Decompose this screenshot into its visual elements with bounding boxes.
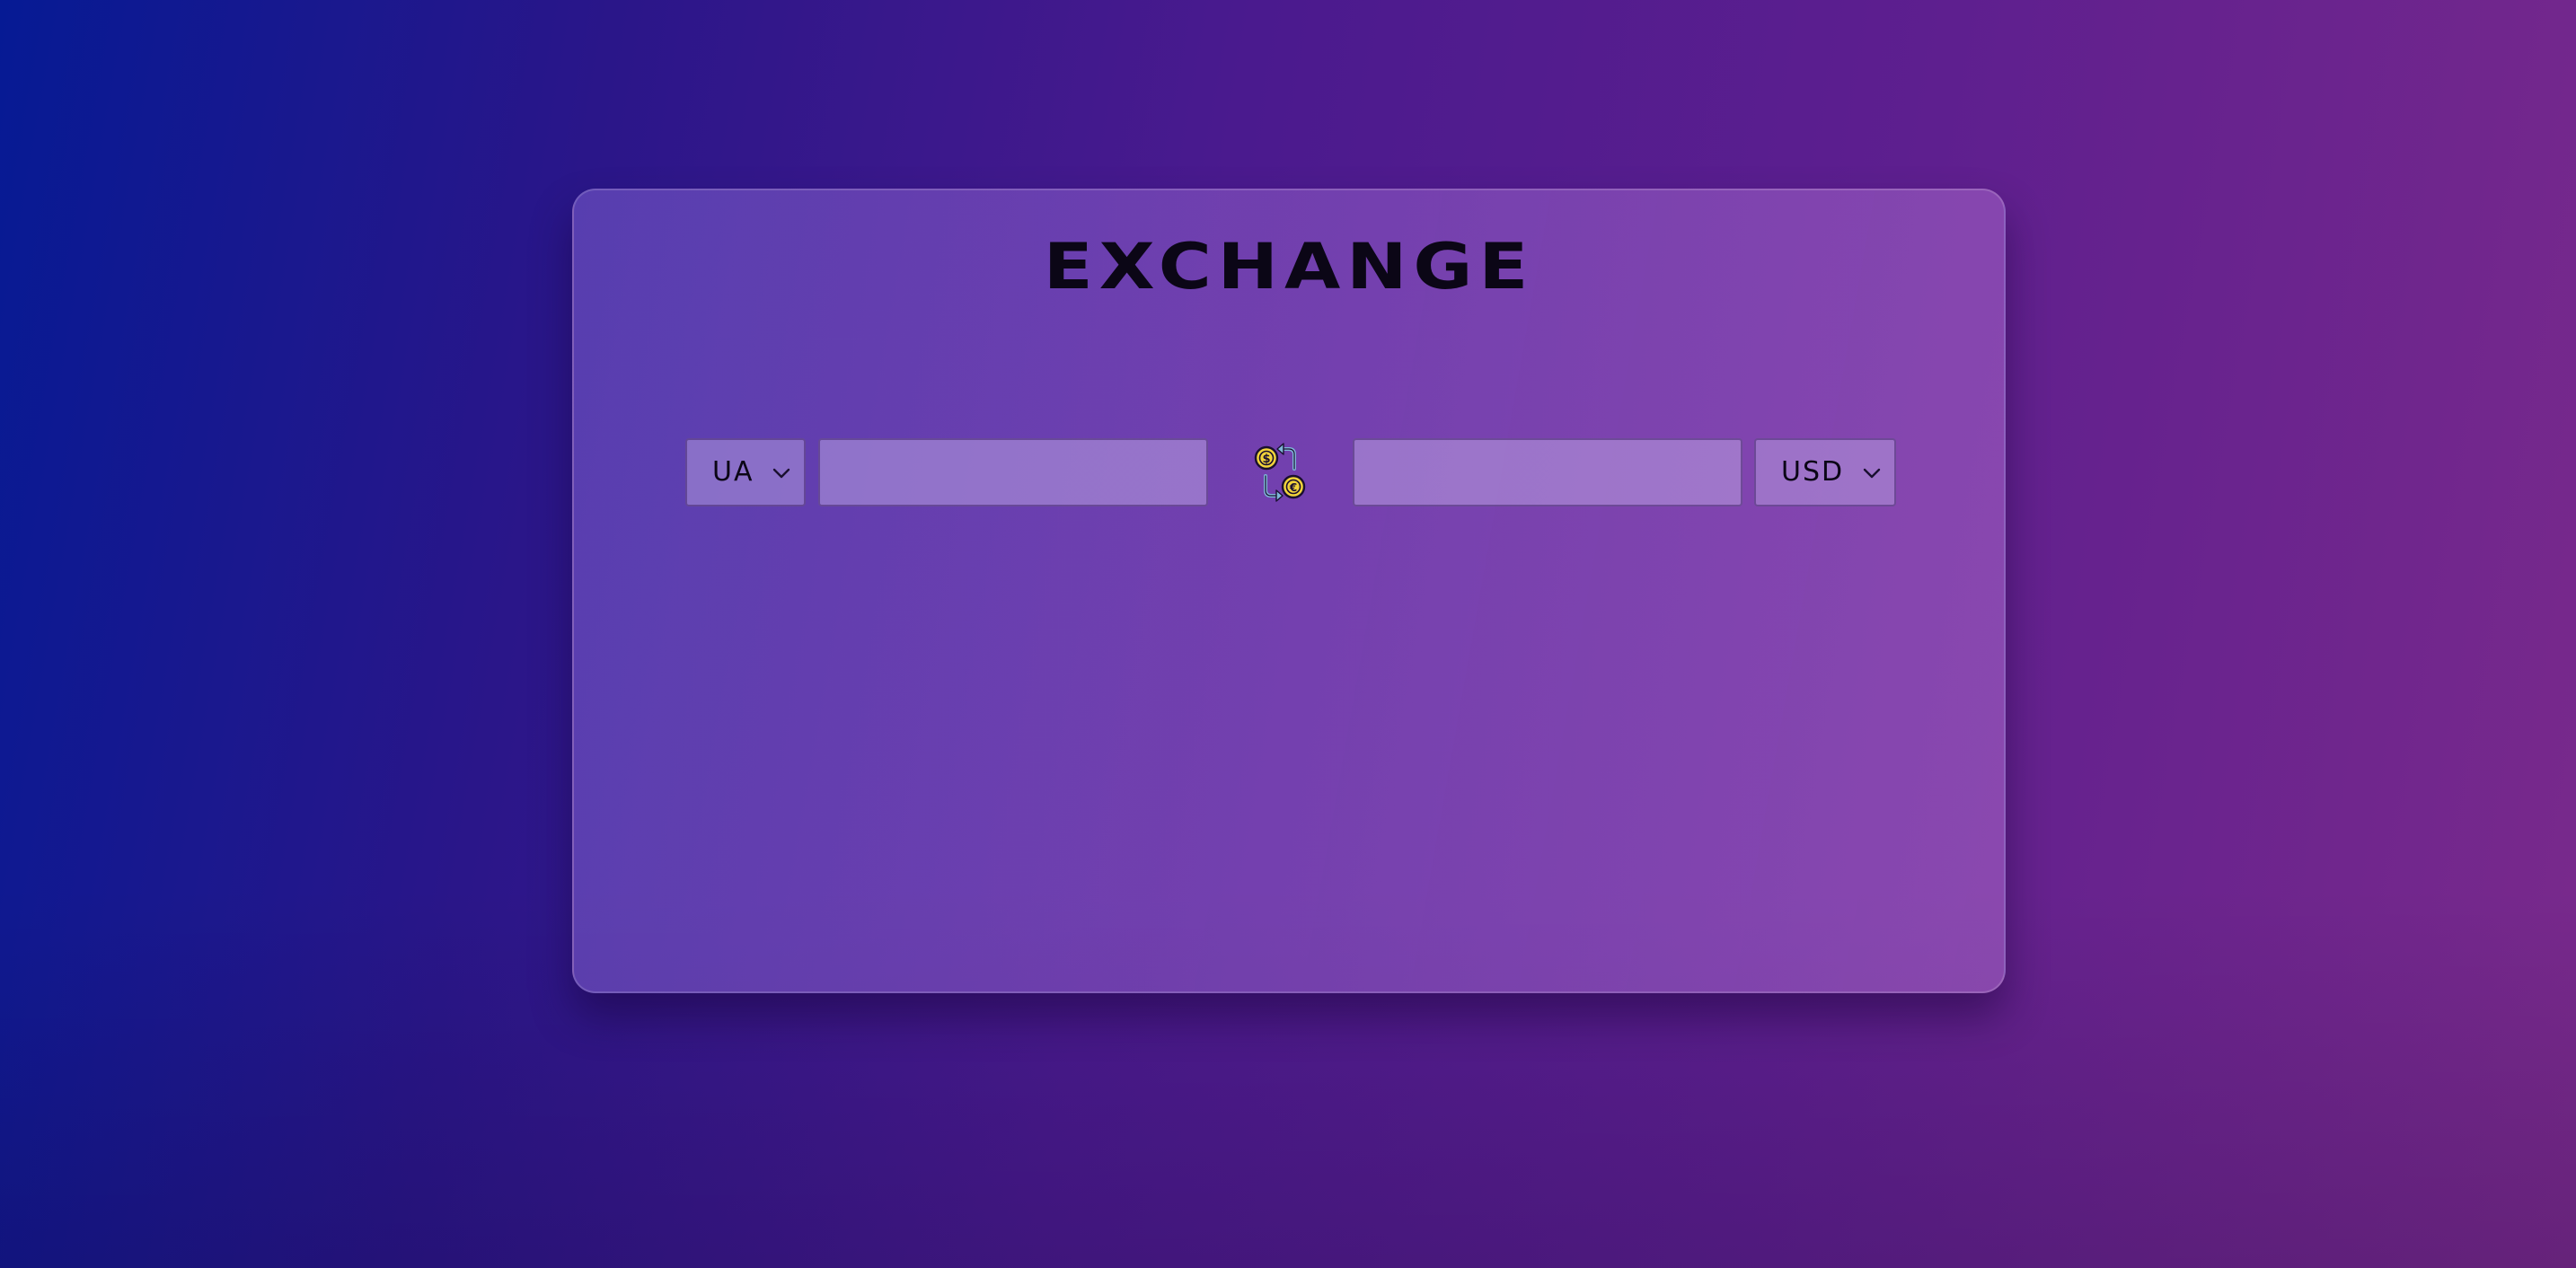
to-currency-select[interactable]: USD — [1754, 438, 1896, 506]
svg-text:$: $ — [1262, 453, 1270, 466]
converter-row: UA $ € USD — [574, 438, 2004, 506]
page-title: EXCHANGE — [1043, 230, 1535, 304]
to-currency-value: USD — [1781, 456, 1845, 488]
exchange-card: EXCHANGE UA $ € USD — [572, 189, 2006, 993]
chevron-down-icon — [1863, 468, 1881, 479]
currency-exchange-icon[interactable]: $ € — [1249, 442, 1310, 503]
from-currency-select[interactable]: UA — [685, 438, 806, 506]
from-amount-input[interactable] — [818, 438, 1208, 506]
from-currency-value: UA — [712, 456, 754, 488]
to-amount-input[interactable] — [1353, 438, 1742, 506]
chevron-down-icon — [772, 468, 790, 479]
svg-text:€: € — [1289, 481, 1297, 494]
